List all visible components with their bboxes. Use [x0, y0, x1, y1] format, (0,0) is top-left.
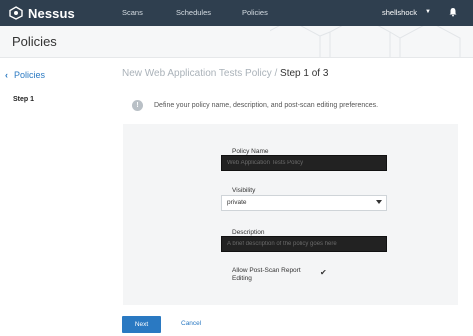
page-header: Policies — [0, 26, 473, 58]
user-menu[interactable]: shellshock — [382, 8, 417, 17]
chevron-left-icon: ‹ — [5, 70, 8, 80]
back-link-label: Policies — [14, 70, 46, 80]
next-button[interactable]: Next — [122, 316, 161, 333]
nessus-logo-icon — [9, 6, 23, 20]
sidebar-step-1[interactable]: Step 1 — [13, 96, 34, 103]
step-indicator: Step 1 of 3 — [280, 68, 329, 79]
title-separator: / — [271, 68, 281, 79]
cancel-button[interactable]: Cancel — [181, 320, 201, 327]
post-scan-editing-label: Allow Post-Scan Report Editing — [232, 267, 301, 282]
nav-schedules[interactable]: Schedules — [176, 8, 211, 17]
info-text: Define your policy name, description, an… — [154, 102, 379, 109]
policy-name-input[interactable] — [221, 155, 387, 171]
wizard-title: New Web Application Tests Policy / Step … — [122, 68, 328, 79]
page-title: Policies — [12, 34, 57, 49]
policy-name-label: Policy Name — [232, 148, 269, 155]
app-name: Nessus — [28, 5, 75, 21]
policy-type-title: New Web Application Tests Policy — [122, 68, 272, 79]
chevron-down-icon[interactable] — [376, 200, 382, 204]
nav-scans[interactable]: Scans — [122, 8, 143, 17]
description-label: Description — [232, 229, 265, 236]
description-input[interactable] — [221, 236, 387, 252]
user-menu-caret-icon[interactable]: ▼ — [425, 9, 431, 15]
visibility-select[interactable]: private — [221, 195, 387, 211]
back-to-policies-link[interactable]: ‹ Policies — [5, 70, 45, 80]
bell-icon[interactable] — [448, 7, 458, 17]
header-decoration — [270, 26, 461, 57]
post-scan-editing-checkbox[interactable]: ✔ — [320, 268, 327, 277]
info-icon: ! — [132, 100, 143, 111]
top-nav-bar: Nessus Scans Schedules Policies shellsho… — [0, 0, 473, 26]
nav-policies[interactable]: Policies — [242, 8, 268, 17]
info-message: ! Define your policy name, description, … — [132, 100, 378, 111]
visibility-label: Visibility — [232, 187, 256, 194]
nessus-logo[interactable]: Nessus — [8, 4, 75, 22]
